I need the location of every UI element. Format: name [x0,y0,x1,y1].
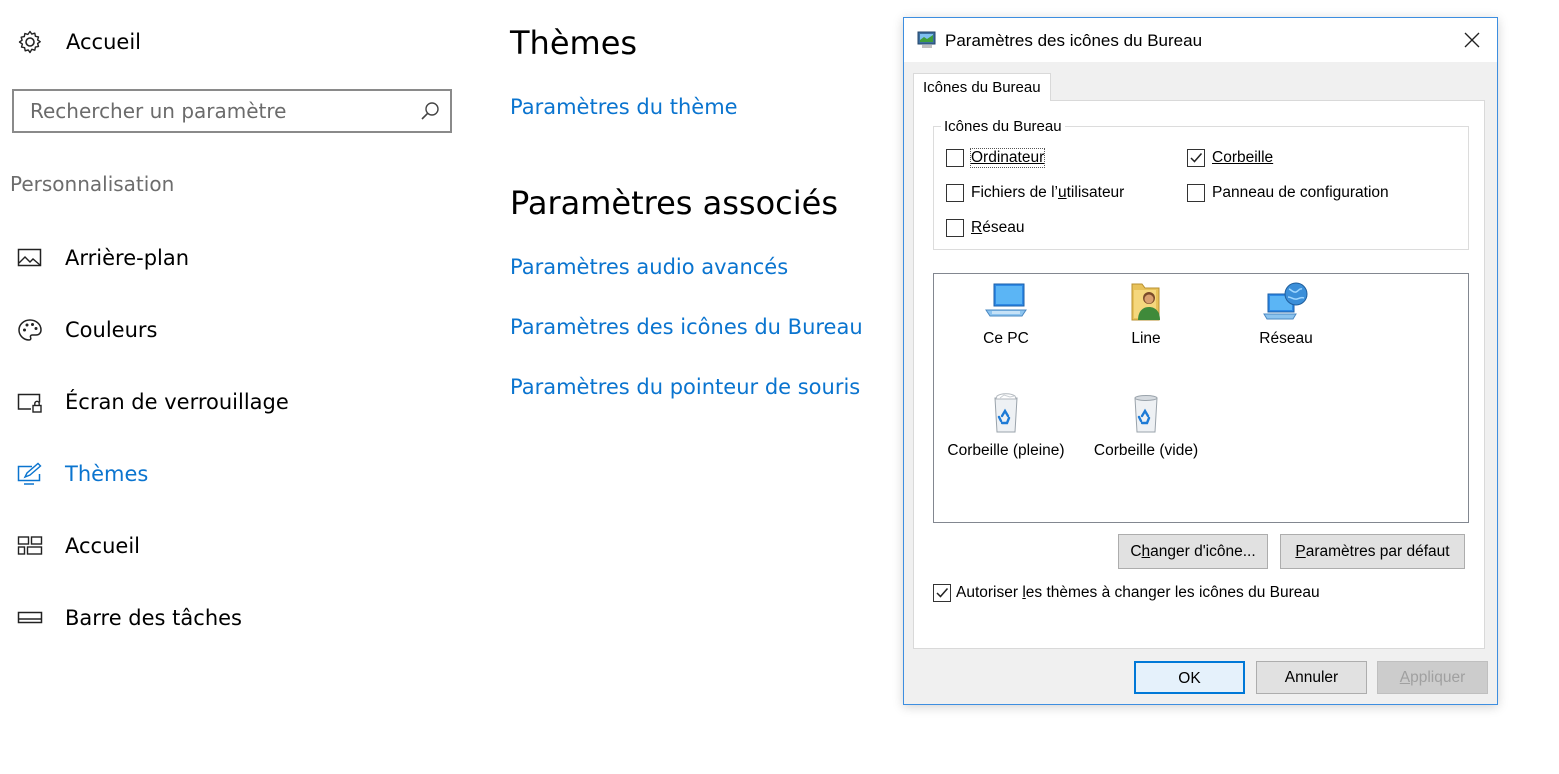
user-folder-icon [1131,283,1160,321]
checkbox-control-panel[interactable]: Panneau de configuration [1187,183,1389,203]
icon-caption: Réseau [1259,330,1313,347]
dialog-titlebar[interactable]: Paramètres des icônes du Bureau [904,18,1497,62]
checkbox-label: Ordinateur [969,148,1046,168]
checkbox-box[interactable] [933,584,951,602]
recycle-bin-empty-icon [1134,395,1158,433]
dialog-title: Paramètres des icônes du Bureau [945,31,1203,50]
icon-caption: Line [1131,330,1161,347]
ok-button[interactable]: OK [1134,661,1245,694]
sidebar-item-label: Accueil [65,534,140,558]
icon-item-recycle-bin-empty[interactable]: Corbeille (vide) [1076,392,1216,460]
apply-button[interactable]: Appliquer [1377,661,1488,694]
checkmark-icon [1190,153,1203,163]
desktop-settings-app-icon [917,31,936,48]
checkbox-box[interactable] [1187,149,1205,167]
icon-caption: Ce PC [983,330,1029,347]
audio-settings-link[interactable]: Paramètres audio avancés [510,255,788,279]
recycle-bin-full-icon [994,393,1018,433]
lock-screen-icon [17,393,42,413]
restore-default-button[interactable]: Paramètres par défaut [1280,534,1465,569]
gear-icon [18,30,41,54]
icon-caption: Corbeille (pleine) [947,442,1065,459]
search-input[interactable] [14,91,420,131]
sidebar-item-taskbar[interactable]: Barre des tâches [17,603,437,633]
sidebar-item-label: Thèmes [65,462,149,486]
sidebar-item-label: Arrière-plan [65,246,190,270]
checkbox-label: Corbeille [1212,149,1274,166]
checkbox-label: Réseau [971,219,1025,236]
icon-list[interactable]: Ce PC Line Réseau Corbeille (pleine) Cor… [933,273,1469,523]
icon-item-user-files[interactable]: Line [1076,280,1216,348]
sidebar-item-start[interactable]: Accueil [17,531,437,561]
section-label: Personnalisation [10,172,175,196]
icon-item-this-pc[interactable]: Ce PC [936,280,1076,348]
icon-caption: Corbeille (vide) [1093,442,1199,459]
computer-icon [985,283,1027,317]
palette-icon [18,319,42,341]
checkbox-box[interactable] [946,219,964,237]
themes-brush-icon [17,462,42,485]
cancel-button[interactable]: Annuler [1256,661,1367,694]
desktop-icon-settings-link[interactable]: Paramètres des icônes du Bureau [510,315,863,339]
checkbox-computer[interactable]: Ordinateur [946,148,1046,168]
checkmark-icon [936,588,949,598]
icon-item-recycle-bin-full[interactable]: Corbeille (pleine) [936,392,1076,460]
theme-settings-link[interactable]: Paramètres du thème [510,95,738,119]
checkbox-box[interactable] [946,149,964,167]
nav-home-label: Accueil [66,30,141,54]
sidebar-item-lockscreen[interactable]: Écran de verrouillage [17,387,437,417]
checkbox-label: Autoriser les thèmes à changer les icône… [956,584,1320,601]
mouse-pointer-settings-link[interactable]: Paramètres du pointeur de souris [510,375,860,399]
related-settings-heading: Paramètres associés [510,184,838,222]
nav-home[interactable]: Accueil [17,28,437,56]
taskbar-icon [17,611,43,624]
group-title: Icônes du Bureau [941,118,1065,135]
checkbox-box[interactable] [946,184,964,202]
sidebar-item-colors[interactable]: Couleurs [17,315,437,345]
checkbox-box[interactable] [1187,184,1205,202]
start-tiles-icon [17,536,43,555]
desktop-icons-group: Icônes du Bureau Ordinateur Corbeille Fi… [933,118,1469,250]
checkbox-user-files[interactable]: Fichiers de l’utilisateur [946,183,1124,203]
page-title: Thèmes [510,24,638,62]
search-icon[interactable] [420,101,440,121]
tab-desktop-icons[interactable]: Icônes du Bureau [913,73,1051,101]
checkbox-label: Panneau de configuration [1212,184,1389,201]
checkbox-label: Fichiers de l’utilisateur [971,184,1125,201]
checkbox-network[interactable]: Réseau [946,218,1024,238]
tab-panel: Icônes du Bureau Ordinateur Corbeille Fi… [913,100,1485,649]
icon-item-network[interactable]: Réseau [1216,280,1356,348]
close-icon[interactable] [1457,26,1487,54]
sidebar-item-themes[interactable]: Thèmes [17,459,437,489]
sidebar-item-background[interactable]: Arrière-plan [17,243,437,273]
sidebar-item-label: Couleurs [65,318,158,342]
change-icon-button[interactable]: Changer d'icône... [1118,534,1268,569]
checkbox-recycle-bin[interactable]: Corbeille [1187,148,1273,168]
search-box[interactable] [12,89,452,133]
checkbox-allow-themes[interactable]: Autoriser les thèmes à changer les icône… [933,583,1320,603]
desktop-icon-settings-dialog: Paramètres des icônes du Bureau Icônes d… [903,17,1498,705]
sidebar-item-label: Écran de verrouillage [65,390,289,414]
picture-icon [17,248,42,267]
sidebar-item-label: Barre des tâches [65,606,242,630]
network-icon [1263,282,1308,320]
